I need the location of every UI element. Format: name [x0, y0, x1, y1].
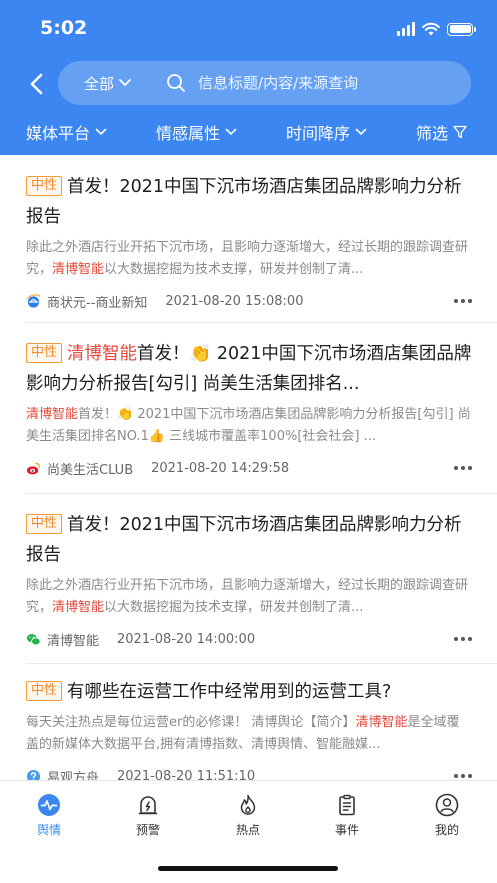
cellular-signal-icon [397, 22, 415, 36]
search-scope-label: 全部 [84, 74, 115, 93]
user-icon [435, 793, 459, 817]
tab-label: 预警 [135, 823, 160, 837]
chevron-down-icon [225, 128, 237, 136]
filter-bar: 媒体平台 情感属性 时间降序 筛选 [0, 112, 497, 152]
source-name: 商状元--商业新知 [47, 295, 148, 311]
keyword-highlight: 清博智能 [67, 344, 138, 364]
article-title: 中性 清博智能首发！👏 2021中国下沉市场酒店集团品牌影响力分析报告[勾引] 尚… [26, 343, 472, 394]
article-meta: 易观方舟 2021-08-20 11:51:10 [26, 766, 472, 780]
flame-icon [240, 794, 256, 815]
alarm-icon [138, 796, 158, 815]
article-meta: 清博智能 2021-08-20 14:00:00 [26, 629, 472, 649]
article-title: 中性 首发！2021中国下沉市场酒店集团品牌影响力分析报告 [26, 176, 462, 227]
source-name: 尚美生活CLUB [47, 462, 134, 478]
article-summary: 除此之外酒店行业开拓下沉市场，且影响力逐渐增大，经过长期的跟踪调查研究，清博智能… [26, 240, 469, 277]
wechat-icon [26, 633, 41, 645]
filter-screen[interactable]: 筛选 [416, 120, 467, 144]
sentiment-tag: 中性 [26, 514, 63, 534]
filter-media-platform[interactable]: 媒体平台 [26, 120, 107, 144]
sentiment-tag: 中性 [26, 343, 63, 363]
chevron-down-icon [95, 128, 107, 136]
keyword-highlight: 清博智能 [52, 262, 105, 277]
tab-label: 热点 [235, 823, 260, 837]
header: 5:02 全部 媒体平台 情感属性 [0, 0, 497, 155]
tab-profile[interactable]: 我的 [417, 793, 477, 838]
tab-sentiment[interactable]: 舆情 [19, 793, 79, 838]
publish-time: 2021-08-20 14:29:58 [151, 460, 290, 476]
ie-browser-icon [26, 293, 41, 308]
source-name: 易观方舟 [47, 770, 100, 781]
funnel-icon [453, 125, 467, 139]
search-scope-dropdown[interactable]: 全部 [84, 73, 132, 94]
article-meta: 商状元--商业新知 2021-08-20 15:08:00 [26, 291, 472, 311]
filter-label: 时间降序 [286, 124, 351, 143]
article-list: 中性 首发！2021中国下沉市场酒店集团品牌影响力分析报告 除此之外酒店行业开拓下… [0, 155, 497, 780]
more-options-icon[interactable] [454, 774, 472, 778]
search-input[interactable] [198, 74, 419, 92]
status-icons [397, 21, 476, 37]
filter-sentiment[interactable]: 情感属性 [156, 120, 237, 144]
divider [26, 493, 497, 494]
article-title: 中性 首发！2021中国下沉市场酒店集团品牌影响力分析报告 [26, 514, 462, 565]
publish-time: 2021-08-20 11:51:10 [117, 768, 256, 781]
divider [26, 663, 497, 664]
divider [26, 322, 497, 323]
keyword-highlight: 清博智能 [52, 600, 105, 615]
tab-label: 我的 [434, 823, 459, 837]
list-item[interactable]: 中性 有哪些在运营工作中经常用到的运营工具? 每天关注热点是每位运营er的必修课！… [26, 677, 472, 780]
list-item[interactable]: 中性 首发！2021中国下沉市场酒店集团品牌影响力分析报告 除此之外酒店行业开拓下… [26, 510, 472, 649]
publish-time: 2021-08-20 14:00:00 [117, 631, 256, 647]
battery-icon [447, 22, 476, 36]
keyword-highlight: 清博智能 [26, 407, 79, 422]
article-summary: 每天关注热点是每位运营er的必修课！ 清博舆论【简介】清博智能是全域覆盖的新媒体… [26, 715, 460, 752]
list-item[interactable]: 中性 首发！2021中国下沉市场酒店集团品牌影响力分析报告 除此之外酒店行业开拓下… [26, 172, 472, 311]
tab-label: 事件 [334, 823, 359, 837]
tab-label: 舆情 [36, 823, 61, 837]
more-options-icon[interactable] [454, 299, 472, 303]
filter-label: 筛选 [416, 124, 449, 143]
search-icon [167, 74, 185, 92]
article-meta: 尚美生活CLUB 2021-08-20 14:29:58 [26, 458, 472, 478]
sentiment-tag: 中性 [26, 176, 63, 196]
clipboard-icon [339, 794, 355, 816]
chevron-down-icon [355, 128, 367, 136]
weibo-icon [26, 462, 41, 474]
status-time: 5:02 [40, 17, 88, 39]
article-title: 中性 有哪些在运营工作中经常用到的运营工具? [26, 677, 472, 707]
source-name: 清博智能 [47, 633, 100, 649]
back-arrow-icon[interactable] [26, 72, 48, 96]
pulse-icon [38, 794, 60, 816]
article-summary: 清博智能首发！👏 2021中国下沉市场酒店集团品牌影响力分析报告[勾引] 尚美生… [26, 407, 471, 444]
keyword-highlight: 清博智能 [355, 715, 408, 730]
publish-time: 2021-08-20 15:08:00 [165, 293, 304, 309]
filter-label: 情感属性 [156, 124, 221, 143]
tab-alert[interactable]: 预警 [118, 793, 178, 838]
search-bar[interactable]: 全部 [58, 61, 471, 105]
list-item[interactable]: 中性清博智能首发！👏 2021中国下沉市场酒店集团品牌影响力分析报告[勾引] 尚… [26, 339, 472, 478]
filter-time-sort[interactable]: 时间降序 [286, 120, 367, 144]
filter-label: 媒体平台 [26, 124, 91, 143]
sentiment-tag: 中性 [26, 681, 63, 701]
home-indicator [158, 866, 338, 871]
tab-hotspot[interactable]: 热点 [218, 793, 278, 838]
question-circle-icon [26, 769, 41, 780]
article-summary: 除此之外酒店行业开拓下沉市场，且影响力逐渐增大，经过长期的跟踪调查研究，清博智能… [26, 578, 469, 615]
tab-event[interactable]: 事件 [317, 793, 377, 838]
more-options-icon[interactable] [454, 466, 472, 470]
wifi-icon [422, 22, 440, 36]
more-options-icon[interactable] [454, 637, 472, 641]
chevron-down-icon [119, 79, 131, 87]
